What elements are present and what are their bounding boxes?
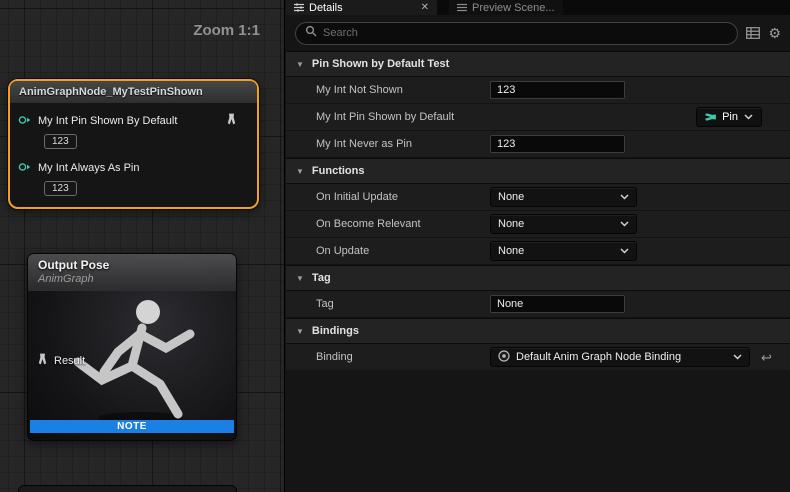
tab-label: Preview Scene... (472, 2, 555, 14)
property-row-my-int-not-shown: My Int Not Shown (286, 77, 790, 104)
graph-canvas[interactable]: Zoom 1:1 AnimGraphNode_MyTestPinShown My… (0, 0, 285, 492)
section-title: Tag (312, 272, 331, 284)
collapse-arrow-icon: ▼ (296, 167, 304, 176)
int-pin-icon[interactable] (18, 112, 31, 130)
section-title: Bindings (312, 325, 359, 337)
pin-row: My Int Pin Shown By Default 123 (18, 112, 249, 149)
teal-pin-icon (705, 112, 717, 123)
tab-label: Details (309, 2, 343, 14)
collapse-arrow-icon: ▼ (296, 60, 304, 69)
pin-default-value[interactable]: 123 (44, 134, 77, 149)
chevron-down-icon (744, 111, 753, 123)
node-title[interactable]: AnimGraphNode_MyTestPinShown (10, 81, 257, 103)
on-update-dropdown[interactable]: None (490, 241, 637, 261)
result-pin[interactable]: Result (37, 353, 85, 368)
dropdown-value: None (498, 191, 524, 203)
reset-to-default-icon[interactable]: ↩ (761, 351, 772, 364)
dropdown-value: None (498, 218, 524, 230)
collapse-arrow-icon: ▼ (296, 274, 304, 283)
property-label: Binding (286, 351, 490, 363)
property-row-on-update: On Update None (286, 238, 790, 265)
collapse-arrow-icon: ▼ (296, 327, 304, 336)
section-title: Functions (312, 165, 365, 177)
close-tab-icon[interactable]: ✕ (421, 2, 429, 13)
int-pin-icon[interactable] (18, 159, 31, 177)
binding-icon (498, 350, 510, 365)
pin-state-label: Pin (722, 111, 738, 123)
search-row: ⚙ (286, 15, 790, 51)
node-subtitle: AnimGraph (38, 273, 226, 285)
tab-details[interactable]: Details ✕ (286, 0, 437, 15)
property-row-my-int-never-as-pin: My Int Never as Pin (286, 131, 790, 158)
my-int-never-as-pin-input[interactable] (490, 135, 625, 153)
preview-scene-tab-icon (457, 3, 467, 12)
node-title: Output Pose (38, 258, 226, 272)
property-label: On Update (286, 245, 490, 257)
binding-value: Default Anim Graph Node Binding (516, 351, 681, 363)
on-become-relevant-dropdown[interactable]: None (490, 214, 637, 234)
clothespin-icon (37, 353, 48, 368)
note-banner[interactable]: NOTE (30, 420, 234, 433)
chevron-down-icon (733, 354, 742, 360)
property-label: On Initial Update (286, 191, 490, 203)
zoom-level-label: Zoom 1:1 (193, 22, 260, 39)
pin-label: My Int Pin Shown By Default (38, 115, 177, 127)
my-int-not-shown-input[interactable] (490, 81, 625, 99)
search-input[interactable] (323, 27, 728, 39)
details-panel: Details ✕ Preview Scene... ⚙ ▼ Pin Shown… (286, 0, 790, 492)
property-label: Tag (286, 298, 490, 310)
pin-default-value[interactable]: 123 (44, 181, 77, 196)
partially-visible-node[interactable] (18, 485, 237, 492)
chevron-down-icon (620, 221, 629, 227)
property-row-binding: Binding Default Anim Graph Node Binding … (286, 344, 790, 371)
tab-bar: Details ✕ Preview Scene... (286, 0, 790, 15)
settings-gear-icon[interactable]: ⚙ (768, 26, 781, 40)
binding-dropdown[interactable]: Default Anim Graph Node Binding (490, 347, 750, 367)
tag-input[interactable] (490, 295, 625, 313)
node-animgraphnode-mytestpinshown[interactable]: AnimGraphNode_MyTestPinShown My Int Pin … (8, 79, 259, 209)
property-label: My Int Pin Shown by Default (286, 111, 490, 123)
property-label: On Become Relevant (286, 218, 490, 230)
search-icon (305, 24, 317, 42)
dropdown-value: None (498, 245, 524, 257)
property-row-on-become-relevant: On Become Relevant None (286, 211, 790, 238)
section-title: Pin Shown by Default Test (312, 58, 449, 70)
output-pose-header[interactable]: Output Pose AnimGraph (28, 254, 236, 291)
section-bindings[interactable]: ▼ Bindings (286, 318, 790, 344)
chevron-down-icon (620, 194, 629, 200)
search-box[interactable] (295, 22, 738, 45)
chevron-down-icon (620, 248, 629, 254)
pin-row: My Int Always As Pin 123 (18, 159, 249, 196)
pin-state-dropdown[interactable]: Pin (696, 107, 762, 127)
clothespin-icon[interactable] (226, 112, 237, 130)
tab-preview-scene[interactable]: Preview Scene... (449, 0, 563, 15)
result-pin-label: Result (54, 355, 85, 367)
details-tab-icon (294, 3, 304, 12)
node-output-pose[interactable]: Output Pose AnimGraph Result NOTE (27, 253, 237, 441)
pin-label: My Int Always As Pin (38, 162, 139, 174)
section-functions[interactable]: ▼ Functions (286, 158, 790, 184)
property-row-tag: Tag (286, 291, 790, 318)
section-tag[interactable]: ▼ Tag (286, 265, 790, 291)
display-filter-icon[interactable] (746, 27, 760, 39)
property-label: My Int Not Shown (286, 84, 490, 96)
property-row-on-initial-update: On Initial Update None (286, 184, 790, 211)
property-label: My Int Never as Pin (286, 138, 490, 150)
on-initial-update-dropdown[interactable]: None (490, 187, 637, 207)
section-pin-shown-by-default-test[interactable]: ▼ Pin Shown by Default Test (286, 51, 790, 77)
property-list: ▼ Pin Shown by Default Test My Int Not S… (286, 51, 790, 492)
property-row-my-int-pin-shown-by-default: My Int Pin Shown by Default Pin (286, 104, 790, 131)
